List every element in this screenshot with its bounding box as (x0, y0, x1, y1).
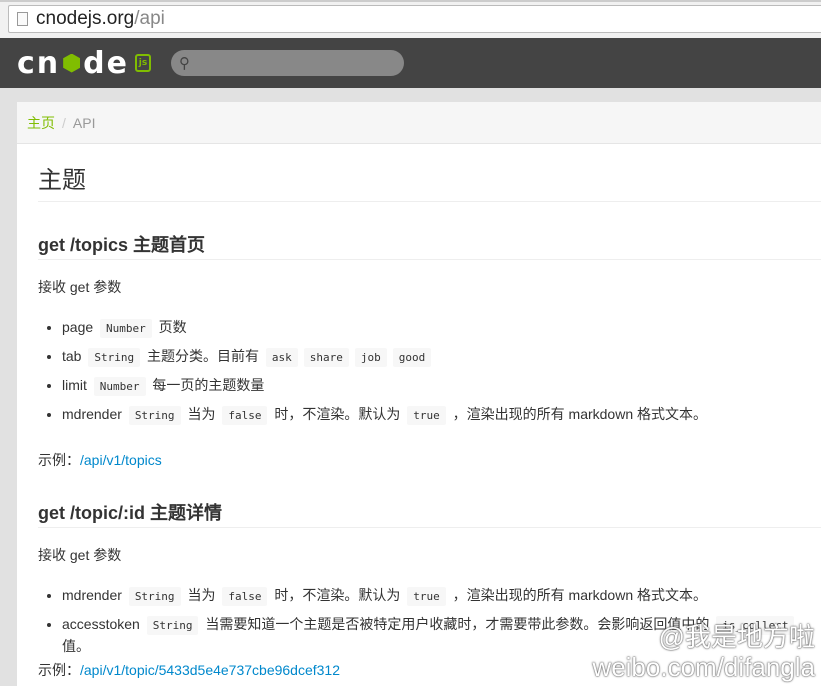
watermark-handle: @我是地方啦 (592, 622, 815, 652)
param-text: 当为 (184, 587, 220, 603)
watermark-url: weibo.com/difangla (592, 652, 815, 682)
param-text: limit (62, 377, 91, 393)
param-text: mdrender (62, 587, 126, 603)
breadcrumb-separator: / (62, 115, 66, 131)
example: 示例：/api/v1/topics (38, 450, 821, 470)
param-text: 值。 (62, 638, 90, 654)
search-icon: ⚲ (179, 54, 190, 72)
param-list: page Number 页数 tab String 主题分类。目前有 asksha… (62, 317, 821, 433)
param-text: 页数 (155, 319, 187, 335)
search-input[interactable]: ⚲ (171, 50, 404, 76)
code-token: String (147, 616, 199, 635)
param-item: page Number 页数 (62, 317, 821, 346)
api-content: 主题 get /topics 主题首页接收 get 参数 page Number … (17, 144, 821, 680)
section-intro: 接收 get 参数 (38, 277, 821, 297)
code-token: true (407, 406, 446, 425)
watermark: @我是地方啦weibo.com/difangla (592, 622, 815, 682)
code-token: false (222, 587, 267, 606)
param-item: mdrender String 当为 false 时，不渲染。默认为 true … (62, 585, 821, 614)
url-host: cnodejs.org (36, 8, 134, 30)
breadcrumb: 主页 / API (17, 102, 821, 144)
code-token: Number (94, 377, 146, 396)
code-token: share (304, 348, 349, 367)
browser-bar: cnodejs.org/api (0, 0, 821, 38)
code-token: true (407, 587, 446, 606)
param-text: 每一页的主题数量 (149, 377, 265, 393)
example-link[interactable]: /api/v1/topic/5433d5e4e737cbe96dcef312 (80, 662, 340, 678)
example-link[interactable]: /api/v1/topics (80, 452, 162, 468)
param-text: accesstoken (62, 616, 144, 632)
code-token: String (129, 587, 181, 606)
param-item: tab String 主题分类。目前有 ask share jobgood (62, 346, 821, 375)
param-text: 时，不渲染。默认为 (270, 587, 404, 603)
navbar: cndejs ⚲ (0, 38, 821, 88)
code-token: good (393, 348, 432, 367)
param-item: mdrender String 当为 false 时，不渲染。默认为 true … (62, 404, 821, 433)
code-token: job (355, 348, 387, 367)
param-text: 主题分类。目前有 (143, 348, 263, 364)
param-item: limit Number 每一页的主题数量 (62, 375, 821, 404)
section-title: get /topic/:id 主题详情 (38, 499, 821, 528)
param-text: ，渲染出现的所有 markdown 格式文本。 (449, 406, 707, 422)
code-token: false (222, 406, 267, 425)
param-text: tab (62, 348, 85, 364)
example-label: 示例： (38, 452, 80, 468)
hexagon-icon (63, 54, 80, 73)
logo[interactable]: cndejs (17, 46, 151, 81)
example-label: 示例： (38, 662, 80, 678)
section-title: get /topics 主题首页 (38, 231, 821, 260)
param-text: mdrender (62, 406, 126, 422)
page-icon (17, 12, 28, 26)
nodejs-badge: js (135, 54, 151, 72)
code-token: String (129, 406, 181, 425)
breadcrumb-home[interactable]: 主页 (27, 113, 55, 133)
param-text: 时，不渲染。默认为 (270, 406, 404, 422)
section-intro: 接收 get 参数 (38, 545, 821, 565)
code-token: Number (100, 319, 152, 338)
address-bar[interactable]: cnodejs.org/api (8, 5, 821, 33)
breadcrumb-current: API (73, 115, 96, 131)
url-path: /api (134, 8, 165, 30)
page-title: 主题 (38, 144, 821, 202)
param-text: 当为 (184, 406, 220, 422)
code-token: String (88, 348, 140, 367)
param-text: page (62, 319, 97, 335)
param-text: ，渲染出现的所有 markdown 格式文本。 (449, 587, 707, 603)
main-panel: 主页 / API 主题 get /topics 主题首页接收 get 参数 pag… (17, 102, 821, 686)
code-token: ask (266, 348, 298, 367)
